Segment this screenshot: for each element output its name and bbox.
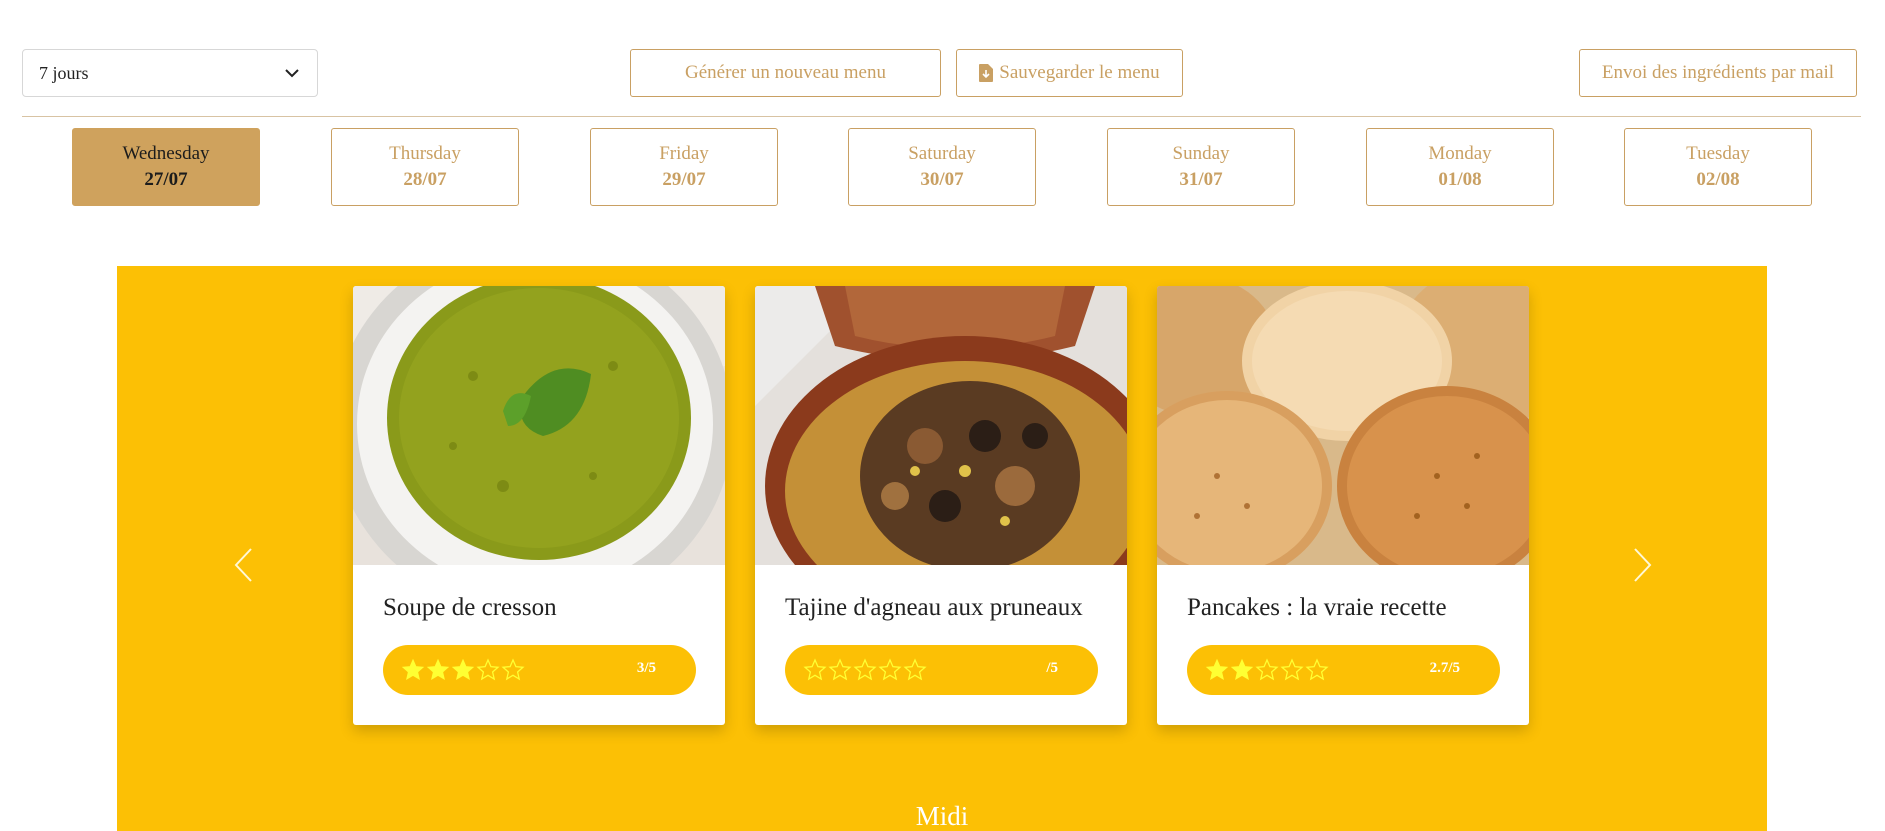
recipe-photo-soup xyxy=(353,286,725,616)
star-icon xyxy=(501,658,525,681)
star-icon xyxy=(476,658,500,681)
rating-bar: /5 xyxy=(785,645,1098,695)
star-icon xyxy=(1205,658,1229,681)
star-icon xyxy=(1280,658,1304,681)
star-icon xyxy=(451,658,475,681)
day-tab-thursday[interactable]: Thursday 28/07 xyxy=(331,128,519,206)
star-icon xyxy=(1230,658,1254,681)
recipe-photo-pancakes xyxy=(1157,286,1529,586)
generate-menu-label: Générer un nouveau menu xyxy=(684,62,886,83)
recipe-photo-tajine xyxy=(755,286,1127,636)
star-rating xyxy=(1205,658,1329,682)
day-tab-monday[interactable]: Monday 01/08 xyxy=(1366,128,1554,206)
day-name: Sunday xyxy=(1172,143,1230,164)
day-tab-wednesday[interactable]: Wednesday 27/07 xyxy=(72,128,260,206)
day-tab-saturday[interactable]: Saturday 30/07 xyxy=(848,128,1036,206)
file-download-icon xyxy=(979,64,994,82)
recipe-card[interactable]: Pancakes : la vraie recette 2.7/5 xyxy=(1157,286,1529,725)
star-icon xyxy=(828,658,852,681)
duration-select[interactable]: 7 jours xyxy=(22,49,318,97)
day-selector: Wednesday 27/07 Thursday 28/07 Friday 29… xyxy=(0,128,1885,206)
day-tab-tuesday[interactable]: Tuesday 02/08 xyxy=(1624,128,1812,206)
day-date: 27/07 xyxy=(144,169,188,190)
day-name: Saturday xyxy=(908,143,976,164)
email-ingredients-label: Envoi des ingrédients par mail xyxy=(1601,62,1835,83)
day-tab-friday[interactable]: Friday 29/07 xyxy=(590,128,778,206)
day-name: Thursday xyxy=(389,143,461,164)
save-menu-button[interactable]: Sauvegarder le menu xyxy=(956,49,1183,97)
email-ingredients-button[interactable]: Envoi des ingrédients par mail xyxy=(1579,49,1857,97)
rating-value: 3/5 xyxy=(636,660,656,676)
day-name: Monday xyxy=(1428,143,1492,164)
star-icon xyxy=(401,658,425,681)
day-name: Wednesday xyxy=(122,143,210,164)
chevron-right-icon[interactable] xyxy=(1631,545,1655,585)
recipe-card[interactable]: Soupe de cresson 3/5 xyxy=(353,286,725,725)
chevron-down-icon xyxy=(285,69,299,78)
generate-menu-button[interactable]: Générer un nouveau menu xyxy=(630,49,941,97)
day-date: 30/07 xyxy=(920,169,964,190)
star-icon xyxy=(803,658,827,681)
recipe-card[interactable]: Tajine d'agneau aux pruneaux /5 xyxy=(755,286,1127,725)
day-date: 02/08 xyxy=(1696,169,1740,190)
rating-value: 2.7/5 xyxy=(1429,660,1460,676)
meal-section-label: Midi xyxy=(915,801,969,831)
recipe-title: Tajine d'agneau aux pruneaux xyxy=(785,594,1083,621)
day-name: Tuesday xyxy=(1686,143,1750,164)
day-date: 01/08 xyxy=(1438,169,1482,190)
star-icon xyxy=(903,658,927,681)
save-menu-label: Sauvegarder le menu xyxy=(999,62,1160,83)
star-rating xyxy=(401,658,525,682)
recipe-title: Pancakes : la vraie recette xyxy=(1187,594,1447,621)
toolbar: 7 jours Générer un nouveau menu Sauvegar… xyxy=(22,49,1857,97)
duration-select-value: 7 jours xyxy=(39,62,89,83)
star-icon xyxy=(878,658,902,681)
rating-value: /5 xyxy=(1046,660,1058,676)
divider xyxy=(22,116,1861,117)
star-icon xyxy=(853,658,877,681)
recipe-carousel: Soupe de cresson 3/5 Tajine d'agneau aux… xyxy=(117,266,1767,831)
star-icon xyxy=(426,658,450,681)
day-date: 28/07 xyxy=(403,169,447,190)
star-icon xyxy=(1255,658,1279,681)
day-date: 31/07 xyxy=(1179,169,1223,190)
star-icon xyxy=(1305,658,1329,681)
rating-bar: 2.7/5 xyxy=(1187,645,1500,695)
day-name: Friday xyxy=(659,143,709,164)
rating-bar: 3/5 xyxy=(383,645,696,695)
star-rating xyxy=(803,658,927,682)
recipe-title: Soupe de cresson xyxy=(383,594,557,621)
day-tab-sunday[interactable]: Sunday 31/07 xyxy=(1107,128,1295,206)
chevron-left-icon[interactable] xyxy=(231,545,255,585)
day-date: 29/07 xyxy=(662,169,706,190)
